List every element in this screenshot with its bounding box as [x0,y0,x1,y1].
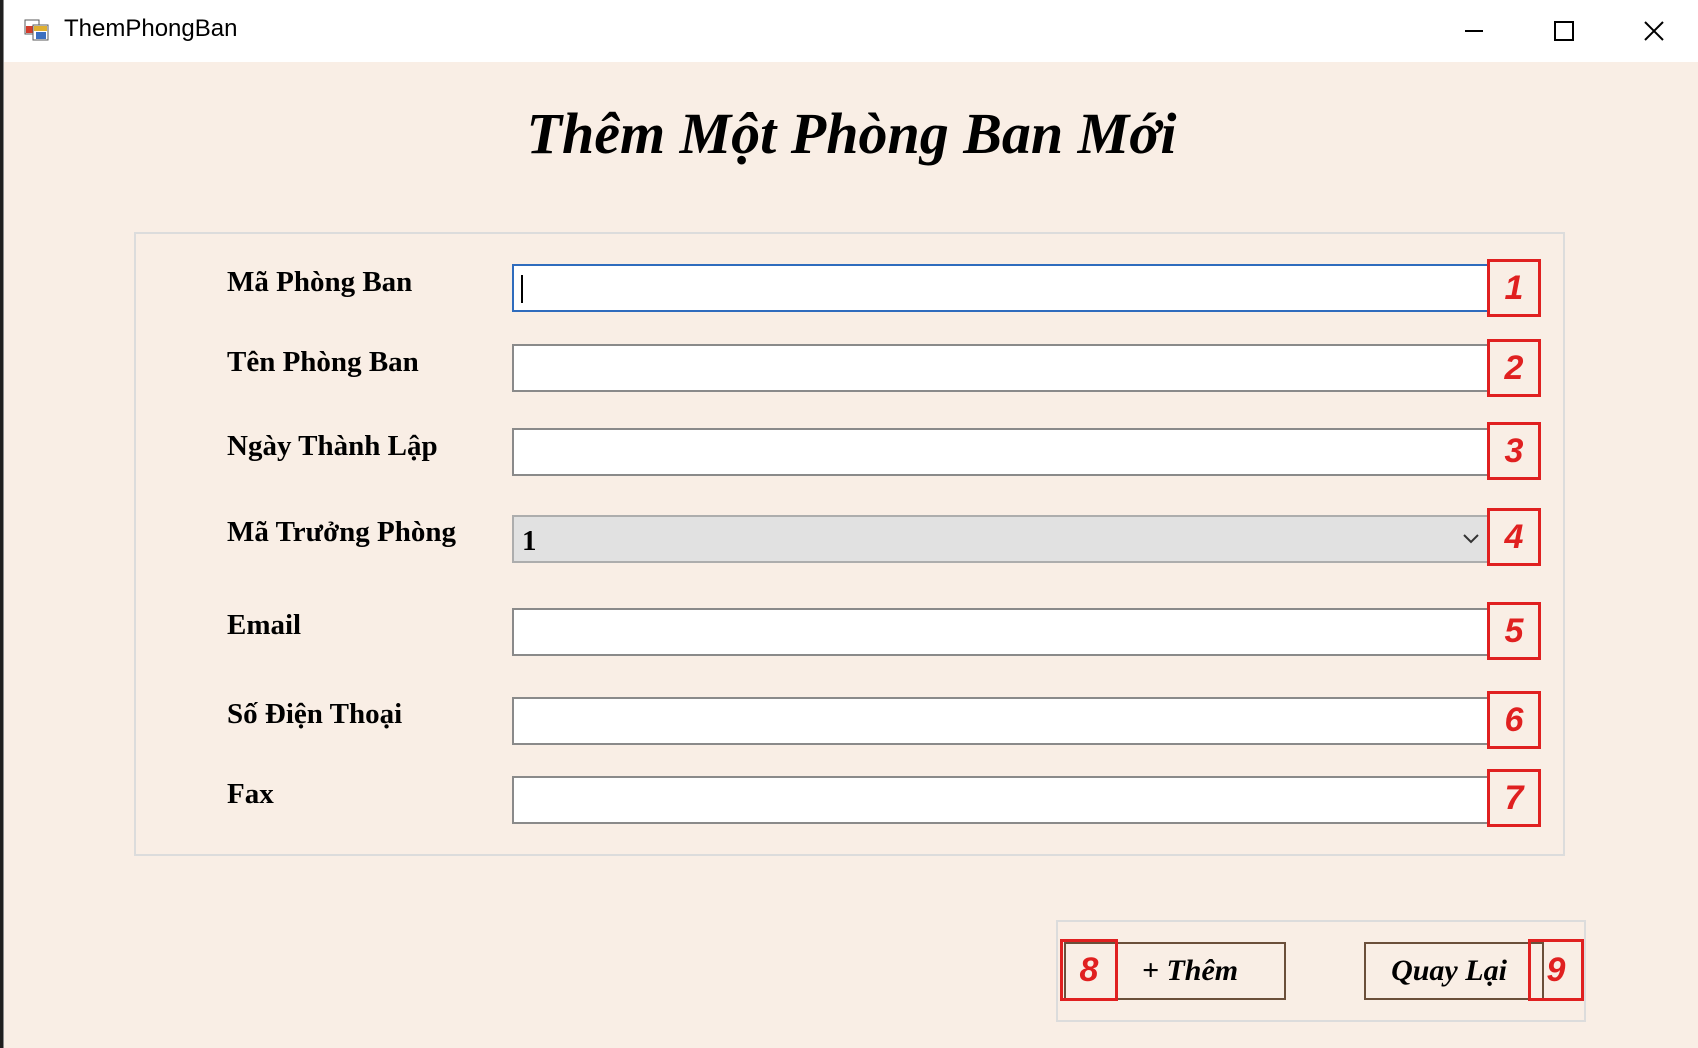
label-so-dien-thoai: Số Điện Thoại [227,698,403,730]
maximize-icon [1554,21,1574,41]
close-icon [1644,21,1664,41]
selected-value: 1 [522,525,537,557]
ten-phong-ban-input[interactable] [512,344,1489,392]
minimize-button[interactable] [1429,0,1519,62]
marker-3: 3 [1487,422,1541,480]
marker-8: 8 [1060,939,1118,1001]
app-window: ThemPhongBan Thêm Một Phòng Ban Mới Mã P… [3,0,1698,1048]
ngay-thanh-lap-input[interactable] [512,428,1489,476]
label-ten-phong-ban: Tên Phòng Ban [227,346,419,378]
marker-7: 7 [1487,769,1541,827]
ma-truong-phong-select[interactable]: 1 [512,515,1489,563]
back-button-label: Quay Lại [1391,954,1507,987]
marker-1: 1 [1487,259,1541,317]
email-input[interactable] [512,608,1489,656]
window-title: ThemPhongBan [64,15,238,42]
marker-5: 5 [1487,602,1541,660]
chevron-down-icon [1463,534,1479,544]
label-ngay-thanh-lap: Ngày Thành Lập [227,430,438,462]
minimize-icon [1465,30,1483,32]
back-button[interactable]: Quay Lại [1364,942,1544,1000]
marker-9: 9 [1528,939,1584,1001]
label-ma-truong-phong: Mã Trưởng Phòng [227,516,456,548]
form-heading: Thêm Một Phòng Ban Mới [526,101,1177,166]
so-dien-thoai-input[interactable] [512,697,1489,745]
marker-4: 4 [1487,508,1541,566]
ma-phong-ban-input[interactable] [512,264,1489,312]
maximize-button[interactable] [1519,0,1609,62]
label-ma-phong-ban: Mã Phòng Ban [227,266,413,298]
label-email: Email [227,609,302,641]
marker-2: 2 [1487,339,1541,397]
text-caret [521,275,523,303]
marker-6: 6 [1487,691,1541,749]
add-button-label: + Thêm [1141,954,1239,987]
fax-input[interactable] [512,776,1489,824]
title-bar[interactable]: ThemPhongBan [4,0,1698,62]
close-button[interactable] [1609,0,1698,62]
label-fax: Fax [227,778,274,810]
app-icon [24,17,50,43]
